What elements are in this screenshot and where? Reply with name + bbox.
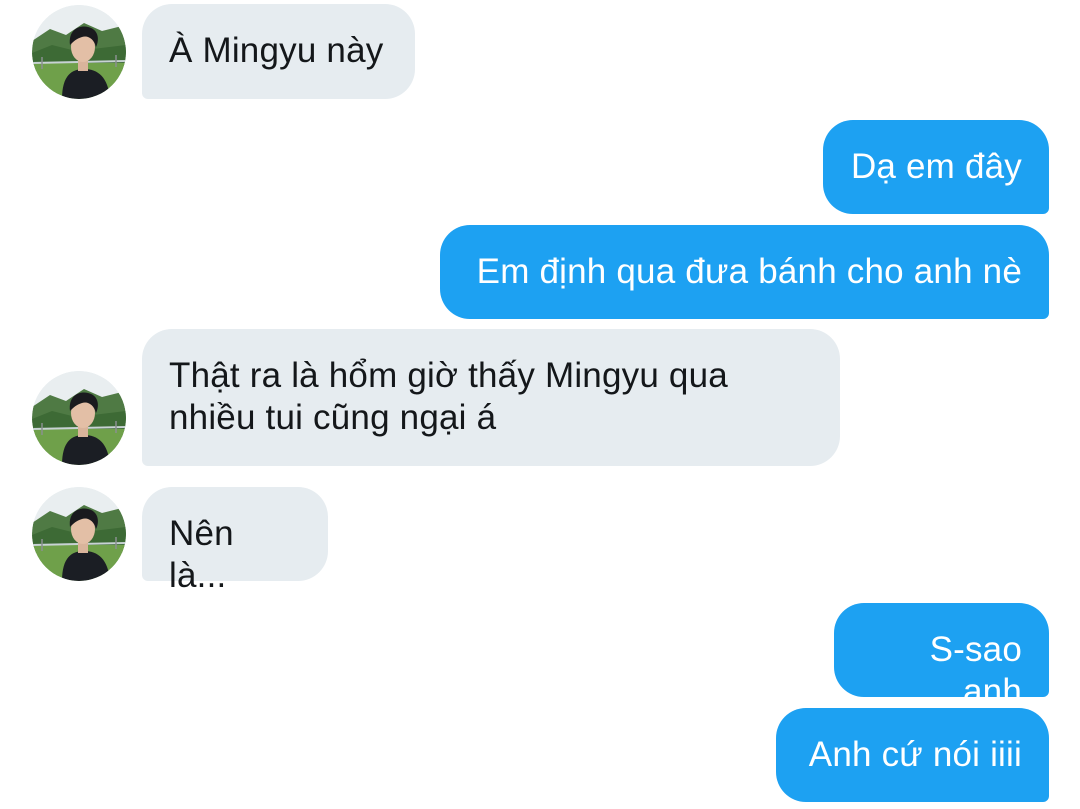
- message-text: Anh cứ nói iiii: [808, 735, 1022, 774]
- message-text: Nên là...: [169, 514, 234, 595]
- contact-avatar[interactable]: [32, 487, 126, 581]
- message-bubble-received[interactable]: Nên là...: [142, 487, 328, 595]
- profile-photo-icon: [32, 487, 126, 581]
- contact-avatar[interactable]: [32, 371, 126, 465]
- profile-photo-icon: [32, 371, 126, 465]
- message-text: Thật ra là hổm giờ thấy Mingyu qua nhiều…: [169, 356, 728, 437]
- message-text: S-sao anh: [929, 630, 1022, 711]
- message-text: Dạ em đây: [850, 147, 1022, 186]
- message-text: Em định qua đưa bánh cho anh nè: [476, 252, 1022, 291]
- message-bubble-received[interactable]: Thật ra là hổm giờ thấy Mingyu qua nhiều…: [142, 329, 840, 466]
- message-bubble-sent[interactable]: Dạ em đây: [823, 120, 1049, 214]
- message-text: À Mingyu này: [169, 31, 384, 70]
- message-bubble-sent[interactable]: S-sao anh: [834, 603, 1049, 711]
- message-bubble-sent[interactable]: Anh cứ nói iiii: [776, 708, 1049, 802]
- message-bubble-received[interactable]: À Mingyu này: [142, 4, 415, 99]
- message-bubble-sent[interactable]: Em định qua đưa bánh cho anh nè: [440, 225, 1049, 319]
- profile-photo-icon: [32, 5, 126, 99]
- contact-avatar[interactable]: [32, 5, 126, 99]
